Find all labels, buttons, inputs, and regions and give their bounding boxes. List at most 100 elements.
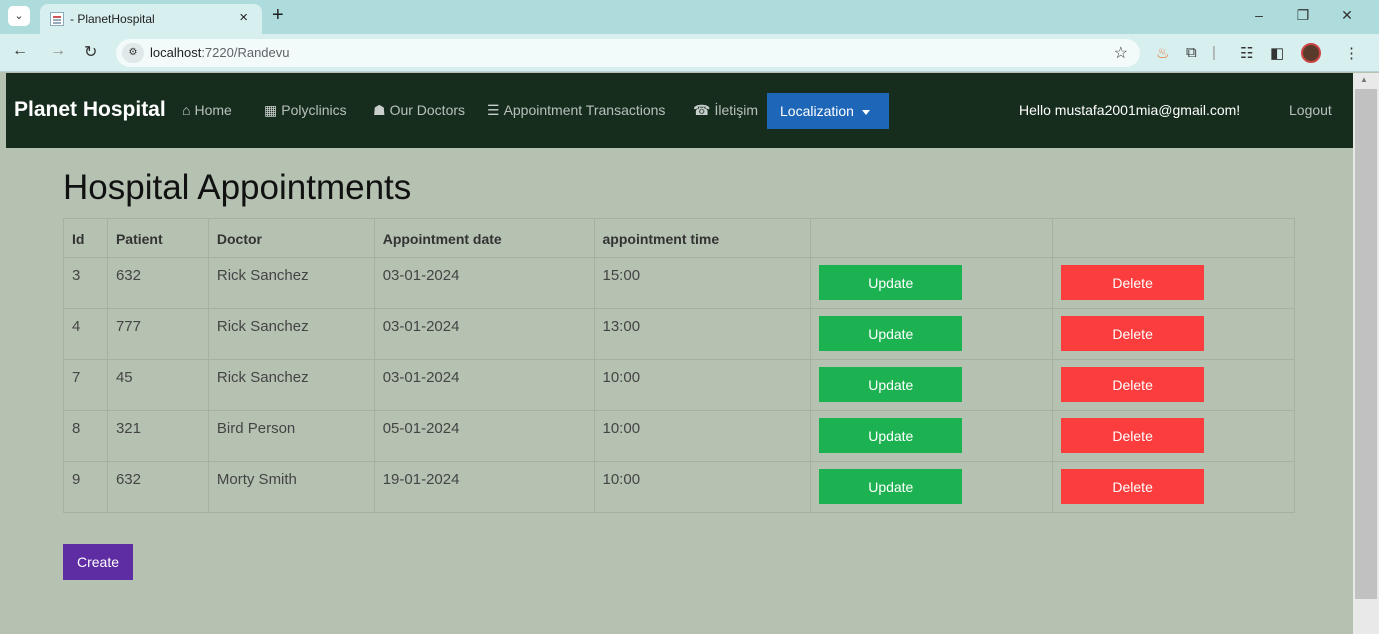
cell-update: Update [810, 410, 1054, 462]
building-icon: ▦ [264, 102, 278, 118]
delete-button[interactable]: Delete [1061, 418, 1205, 453]
page-title: Hospital Appointments [63, 168, 412, 207]
favicon-icon [50, 12, 64, 26]
update-button[interactable]: Update [819, 469, 963, 504]
cell-patient: 632 [106, 257, 209, 309]
delete-button[interactable]: Delete [1061, 367, 1205, 402]
nav-appointment-transactions[interactable]: ☰ Appointment Transactions [487, 102, 665, 119]
cell-doctor: Morty Smith [207, 461, 375, 513]
cell-time: 13:00 [593, 308, 812, 360]
logout-link[interactable]: Logout [1289, 102, 1332, 118]
table-row: 3 632 Rick Sanchez 03-01-2024 15:00 Upda… [63, 257, 1295, 309]
cell-id: 3 [63, 257, 108, 309]
cell-doctor: Rick Sanchez [207, 359, 375, 411]
cell-id: 4 [63, 308, 108, 360]
nav-iletisim-label: İletişim [714, 102, 759, 118]
cell-date: 03-01-2024 [373, 359, 595, 411]
cell-delete: Delete [1052, 410, 1295, 462]
update-button[interactable]: Update [819, 367, 963, 402]
minimize-icon[interactable]: – [1237, 4, 1281, 26]
menu-kebab-icon[interactable]: ⋮ [1344, 44, 1359, 62]
col-header-delete [1052, 218, 1295, 258]
cell-update: Update [810, 359, 1054, 411]
nav-home[interactable]: ⌂ Home [182, 102, 232, 118]
col-header-patient: Patient [106, 218, 209, 258]
scroll-thumb[interactable] [1355, 89, 1377, 599]
cell-patient: 45 [106, 359, 209, 411]
delete-button[interactable]: Delete [1061, 265, 1205, 300]
cell-update: Update [810, 257, 1054, 309]
new-tab-button[interactable]: + [272, 4, 284, 27]
delete-button[interactable]: Delete [1061, 469, 1205, 504]
update-button[interactable]: Update [819, 265, 963, 300]
back-icon[interactable]: ← [12, 42, 28, 60]
create-button[interactable]: Create [63, 544, 133, 580]
cell-patient: 777 [106, 308, 209, 360]
nav-iletisim[interactable]: ☎ İletişim [693, 102, 758, 119]
browser-toolbar: ← → ↻ ⚙ localhost:7220/Randevu ☆ ♨ ⧉ | ☷… [0, 34, 1379, 72]
close-window-icon[interactable]: ✕ [1325, 4, 1369, 26]
reading-list-icon[interactable]: ☷ [1240, 44, 1253, 62]
profile-avatar-icon[interactable] [1301, 43, 1321, 63]
forward-icon[interactable]: → [50, 42, 66, 60]
window-controls: – ❐ ✕ [1237, 4, 1369, 26]
update-button[interactable]: Update [819, 418, 963, 453]
cell-delete: Delete [1052, 308, 1295, 360]
nav-home-label: Home [194, 102, 232, 118]
address-bar[interactable]: ⚙ localhost:7220/Randevu ☆ [116, 39, 1140, 67]
col-header-id: Id [63, 218, 108, 258]
cell-doctor: Rick Sanchez [207, 308, 375, 360]
nav-our-doctors[interactable]: ☗ Our Doctors [373, 102, 465, 119]
page: Planet Hospital ⌂ Home ▦ Polyclinics ☗ Our … [6, 73, 1353, 634]
cell-delete: Delete [1052, 359, 1295, 411]
extensions-puzzle-icon[interactable]: ⧉ [1186, 44, 1197, 61]
cell-date: 05-01-2024 [373, 410, 595, 462]
localization-label: Localization [780, 103, 854, 119]
table-row: 7 45 Rick Sanchez 03-01-2024 10:00 Updat… [63, 359, 1295, 411]
side-panel-icon[interactable]: ◧ [1270, 44, 1284, 62]
cell-time: 15:00 [593, 257, 812, 309]
cell-date: 19-01-2024 [373, 461, 595, 513]
tab-title: - PlanetHospital [70, 12, 155, 26]
url-host: localhost [150, 45, 202, 60]
col-header-doctor: Doctor [207, 218, 375, 258]
cell-id: 7 [63, 359, 108, 411]
home-icon: ⌂ [182, 102, 191, 118]
tab-search-chevron-icon[interactable]: ⌄ [8, 6, 30, 26]
update-button[interactable]: Update [819, 316, 963, 351]
cell-date: 03-01-2024 [373, 308, 595, 360]
localization-dropdown[interactable]: Localization [767, 93, 889, 129]
cell-patient: 632 [106, 461, 209, 513]
reload-icon[interactable]: ↻ [84, 42, 97, 62]
list-icon: ☰ [487, 102, 500, 118]
cell-date: 03-01-2024 [373, 257, 595, 309]
nav-appointment-transactions-label: Appointment Transactions [503, 102, 666, 118]
tab-close-icon[interactable]: × [239, 9, 248, 26]
delete-button[interactable]: Delete [1061, 316, 1205, 351]
phone-icon: ☎ [693, 102, 711, 118]
url-text: localhost:7220/Randevu [150, 45, 290, 60]
site-info-icon[interactable]: ⚙ [122, 43, 144, 63]
cell-doctor: Rick Sanchez [207, 257, 375, 309]
doctor-icon: ☗ [373, 102, 386, 118]
cell-time: 10:00 [593, 461, 812, 513]
scroll-up-arrow-icon[interactable]: ▲ [1360, 75, 1368, 84]
user-greeting[interactable]: Hello mustafa2001mia@gmail.com! [1019, 102, 1240, 118]
appointments-table: Id Patient Doctor Appointment date appoi… [63, 218, 1295, 513]
extension-fire-icon[interactable]: ♨ [1156, 44, 1169, 62]
nav-polyclinics-label: Polyclinics [281, 102, 347, 118]
restore-icon[interactable]: ❐ [1281, 4, 1325, 26]
table-header-row: Id Patient Doctor Appointment date appoi… [63, 218, 1295, 258]
caret-down-icon [861, 109, 870, 115]
browser-tab[interactable]: - PlanetHospital × [40, 4, 262, 34]
cell-time: 10:00 [593, 359, 812, 411]
site-navbar: Planet Hospital ⌂ Home ▦ Polyclinics ☗ Our … [6, 73, 1353, 148]
cell-update: Update [810, 461, 1054, 513]
nav-polyclinics[interactable]: ▦ Polyclinics [264, 102, 347, 119]
col-header-appointment-time: appointment time [593, 218, 812, 258]
cell-time: 10:00 [593, 410, 812, 462]
brand-logo-text[interactable]: Planet Hospital [14, 98, 166, 122]
cell-id: 9 [63, 461, 108, 513]
page-scrollbar[interactable]: ▲ [1353, 73, 1379, 634]
bookmark-star-icon[interactable]: ☆ [1114, 43, 1128, 63]
